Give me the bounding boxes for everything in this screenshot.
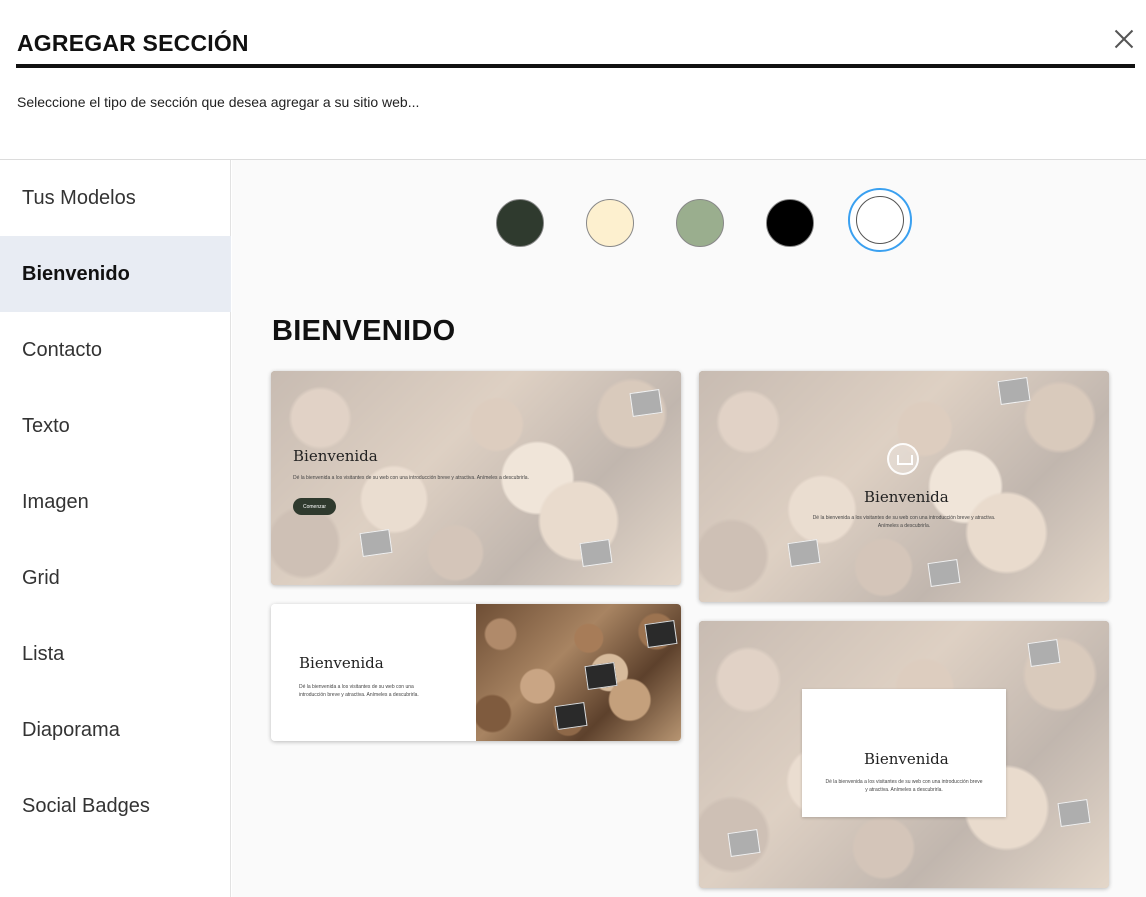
card-text: Dé la bienvenida a los visitantes de su … [299, 684, 419, 698]
dialog-subtitle: Seleccione el tipo de sección que desea … [17, 94, 420, 110]
pastry-image [476, 604, 681, 741]
sidebar-item-contacto[interactable]: Contacto [0, 312, 231, 388]
card-title: Bienvenida [864, 488, 949, 506]
card-button: Comenzar [293, 498, 337, 515]
sidebar-item-bienvenido[interactable]: Bienvenido [0, 236, 231, 312]
color-swatch-cream[interactable] [586, 199, 634, 247]
color-swatch-white-inner [856, 196, 904, 244]
sidebar-item-grid[interactable]: Grid [0, 540, 231, 616]
card-title: Bienvenida [293, 447, 378, 465]
template-card-left-text[interactable]: Bienvenida Dé la bienvenida a los visita… [271, 371, 681, 585]
template-card-boxed[interactable]: Bienvenida Dé la bienvenida a los visita… [699, 621, 1109, 888]
color-swatch-dark-green[interactable] [496, 199, 544, 247]
template-card-centered[interactable]: Bienvenida Dé la bienvenida a los visita… [699, 371, 1109, 602]
card-title: Bienvenida [864, 750, 949, 768]
template-card-split[interactable]: Bienvenida Dé la bienvenida a los visita… [271, 604, 681, 741]
title-divider [16, 64, 1135, 68]
close-icon[interactable] [1111, 26, 1137, 52]
section-preview-area: BIENVENIDO Bienvenida Dé la bienvenida a… [232, 160, 1146, 897]
card-title: Bienvenida [299, 654, 384, 672]
card-text: Dé la bienvenida a los visitantes de su … [293, 475, 529, 481]
section-heading: BIENVENIDO [272, 315, 456, 347]
color-swatch-picker [232, 188, 1146, 252]
dialog-header: AGREGAR SECCIÓN Seleccione el tipo de se… [16, 0, 1135, 160]
section-type-sidebar: Tus Modelos Bienvenido Contacto Texto Im… [0, 160, 231, 897]
sidebar-item-imagen[interactable]: Imagen [0, 464, 231, 540]
color-swatch-sage[interactable] [676, 199, 724, 247]
card-text: Dé la bienvenida a los visitantes de su … [812, 515, 996, 529]
sidebar-item-diaporama[interactable]: Diaporama [0, 692, 231, 768]
color-swatch-white-selected[interactable] [848, 188, 912, 252]
sidebar-item-tus-modelos[interactable]: Tus Modelos [0, 160, 231, 236]
dialog-title: AGREGAR SECCIÓN [17, 30, 249, 56]
sidebar-item-lista[interactable]: Lista [0, 616, 231, 692]
crest-logo-icon [887, 443, 919, 475]
sidebar-item-social-badges[interactable]: Social Badges [0, 768, 231, 844]
color-swatch-black[interactable] [766, 199, 814, 247]
card-text: Dé la bienvenida a los visitantes de su … [825, 779, 983, 793]
sidebar-item-texto[interactable]: Texto [0, 388, 231, 464]
